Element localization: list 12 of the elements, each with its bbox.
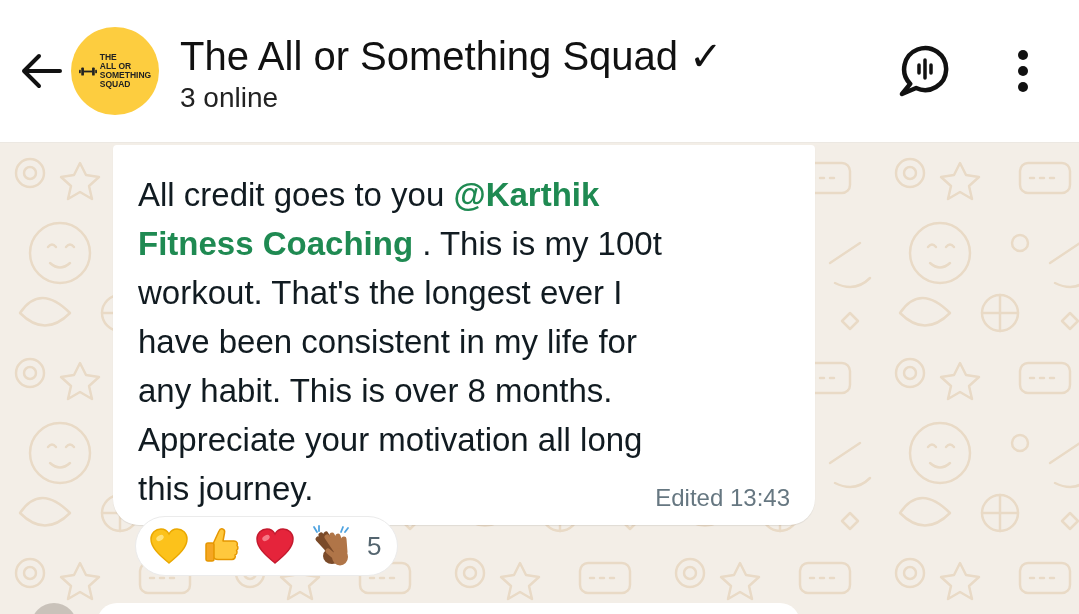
heart-icon[interactable] [255, 527, 295, 565]
group-avatar[interactable]: THE ALL OR SOMETHING SQUAD [71, 27, 159, 115]
avatar-logo-text: THE ALL OR SOMETHING SQUAD [99, 53, 152, 89]
online-status: 3 online [180, 81, 280, 115]
back-icon[interactable] [20, 53, 62, 89]
reactions-pill[interactable]: 5 [135, 516, 399, 576]
clapping-hands-icon[interactable] [310, 525, 352, 567]
reaction-count: 5 [367, 531, 382, 561]
voice-chat-icon[interactable] [897, 44, 951, 98]
more-options-icon[interactable] [1017, 49, 1029, 93]
dumbbell-icon [78, 66, 97, 76]
chat-title: The All or Something Squad ✓ [180, 33, 724, 79]
